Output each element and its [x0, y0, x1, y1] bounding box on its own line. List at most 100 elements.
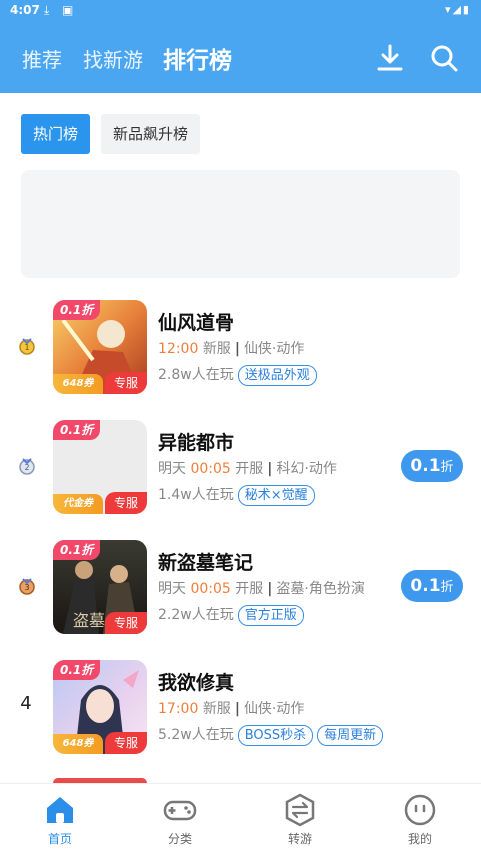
exclusive-server-tag: 专服	[105, 732, 147, 754]
game-meta: 明天 00:05 开服 | 盗墓·角色扮演	[158, 578, 365, 598]
game-meta: 明天 00:05 开服 | 科幻·动作	[158, 458, 337, 478]
coupon-badge: 648券	[53, 734, 103, 754]
nav-label: 首页	[47, 832, 72, 846]
download-icon[interactable]	[373, 41, 407, 75]
server-status: 新服	[202, 341, 231, 357]
discount-value: 0.1	[410, 576, 441, 596]
discount-badge: 0.1折	[53, 660, 101, 680]
open-time: 12:00	[158, 341, 199, 357]
discount-button[interactable]: 0.1折	[401, 450, 463, 482]
game-thumbnail[interactable]: 0.1折 648券 专服	[53, 300, 147, 394]
game-row[interactable]: 2 0.1折 代金券 专服 异能都市 明天 00:05 开服 | 科幻·动作 1.4…	[0, 420, 481, 516]
coupon-badge: 648券	[53, 374, 103, 394]
exclusive-server-tag: 专服	[105, 492, 147, 514]
search-icon[interactable]	[427, 41, 461, 75]
divider: |	[234, 701, 240, 717]
feature-pill: 每周更新	[317, 725, 384, 746]
feature-pill: 官方正版	[237, 605, 304, 626]
top-nav: 推荐 找新游 排行榜	[0, 36, 481, 80]
divider: |	[267, 461, 273, 477]
game-genre: 仙侠·动作	[243, 341, 305, 357]
game-title[interactable]: 我欲修真	[158, 668, 234, 695]
nav-profile[interactable]: 我的	[360, 792, 480, 847]
tab-rankings[interactable]: 排行榜	[163, 41, 232, 75]
discount-button[interactable]: 0.1折	[401, 570, 463, 602]
gold-medal-icon: 1	[19, 338, 35, 355]
bronze-medal-icon: 3	[19, 578, 35, 595]
game-row[interactable]: 1 0.1折 648券 专服 仙风道骨 12:00 新服 | 仙侠·动作 2.8w人…	[0, 300, 481, 396]
game-genre: 仙侠·动作	[243, 701, 305, 717]
tab-recommend[interactable]: 推荐	[22, 44, 62, 73]
game-thumbnail[interactable]: 0.1折 648券 专服	[53, 660, 147, 754]
game-players: 2.2w人在玩 官方正版	[158, 604, 304, 626]
game-players: 2.8w人在玩 送极品外观	[158, 364, 317, 386]
feature-pill: BOSS秒杀	[237, 725, 314, 746]
feature-pill: 秘术×觉醒	[237, 485, 315, 506]
game-meta: 17:00 新服 | 仙侠·动作	[158, 698, 304, 718]
player-count: 2.8w人在玩	[158, 367, 234, 383]
svg-text:2: 2	[24, 463, 29, 472]
download-status-icon: ⤓	[44, 3, 50, 17]
profile-icon	[404, 794, 436, 826]
svg-text:3: 3	[24, 583, 29, 592]
discount-unit: 折	[440, 580, 454, 595]
game-row[interactable]: 3 盗墓 0.1折 专服 新盗墓笔记 明天 00:05 开服 | 盗墓·角色扮演 2…	[0, 540, 481, 636]
game-row[interactable]: 4 0.1折 648券 专服 我欲修真 17:00 新服 | 仙侠·动作 5.2w人…	[0, 660, 481, 756]
player-count: 2.2w人在玩	[158, 607, 234, 623]
nav-transfer[interactable]: 转游	[240, 792, 360, 847]
open-day: 明天	[158, 581, 186, 597]
open-time: 17:00	[158, 701, 199, 717]
tab-find-new-games[interactable]: 找新游	[83, 44, 143, 73]
server-status: 开服	[235, 461, 264, 477]
filter-hot-chart[interactable]: 热门榜	[21, 114, 91, 154]
game-title[interactable]: 异能都市	[158, 428, 234, 455]
server-status: 新服	[202, 701, 231, 717]
nav-category[interactable]: 分类	[120, 792, 240, 847]
app-header: 4:07 ⤓ ▣ ▾◢▮ 推荐 找新游 排行榜	[0, 0, 481, 93]
coupon-badge: 代金券	[53, 494, 103, 514]
status-time: 4:07	[10, 3, 40, 17]
exclusive-server-tag: 专服	[105, 612, 147, 634]
player-count: 5.2w人在玩	[158, 727, 234, 743]
game-players: 1.4w人在玩 秘术×觉醒	[158, 484, 315, 506]
nav-label: 转游	[287, 832, 312, 846]
divider: |	[234, 341, 240, 357]
game-genre: 盗墓·角色扮演	[276, 581, 365, 597]
notification-status-icon: ▣	[62, 3, 74, 17]
open-time: 00:05	[190, 461, 231, 477]
game-players: 5.2w人在玩 BOSS秒杀 每周更新	[158, 724, 384, 746]
discount-value: 0.1	[410, 456, 441, 476]
svg-text:盗墓: 盗墓	[73, 611, 105, 630]
bottom-navigation: 首页 分类 转游 我的	[0, 783, 481, 855]
discount-unit: 折	[440, 460, 454, 475]
feature-pill: 送极品外观	[237, 365, 317, 386]
game-thumbnail[interactable]: 0.1折 代金券 专服	[53, 420, 147, 514]
game-title[interactable]: 新盗墓笔记	[158, 548, 253, 575]
system-status-icons: ▾◢▮	[444, 3, 471, 16]
discount-badge: 0.1折	[53, 300, 101, 320]
exclusive-server-tag: 专服	[105, 372, 147, 394]
nav-label: 我的	[407, 832, 432, 846]
game-meta: 12:00 新服 | 仙侠·动作	[158, 338, 304, 358]
main-content: 热门榜 新品飙升榜 1 0.1折 648券 专服 仙风道骨 12:00 新服 | 仙…	[0, 93, 481, 783]
filter-rising-new-chart[interactable]: 新品飙升榜	[101, 114, 201, 154]
status-bar: 4:07 ⤓ ▣ ▾◢▮	[0, 0, 481, 22]
game-genre: 科幻·动作	[276, 461, 337, 477]
player-count: 1.4w人在玩	[158, 487, 234, 503]
discount-badge: 0.1折	[53, 540, 101, 560]
banner-placeholder[interactable]	[21, 170, 460, 278]
silver-medal-icon: 2	[19, 458, 35, 475]
rank-number: 4	[20, 693, 32, 714]
gamepad-icon	[163, 800, 197, 821]
discount-badge: 0.1折	[53, 420, 101, 440]
nav-label: 分类	[167, 832, 192, 846]
divider: |	[267, 581, 273, 597]
home-icon	[47, 797, 73, 823]
open-time: 00:05	[190, 581, 231, 597]
nav-home[interactable]: 首页	[0, 792, 120, 847]
server-status: 开服	[235, 581, 264, 597]
game-thumbnail[interactable]: 盗墓 0.1折 专服	[53, 540, 147, 634]
transfer-icon	[285, 793, 315, 827]
game-title[interactable]: 仙风道骨	[158, 308, 234, 335]
svg-text:1: 1	[24, 343, 29, 352]
